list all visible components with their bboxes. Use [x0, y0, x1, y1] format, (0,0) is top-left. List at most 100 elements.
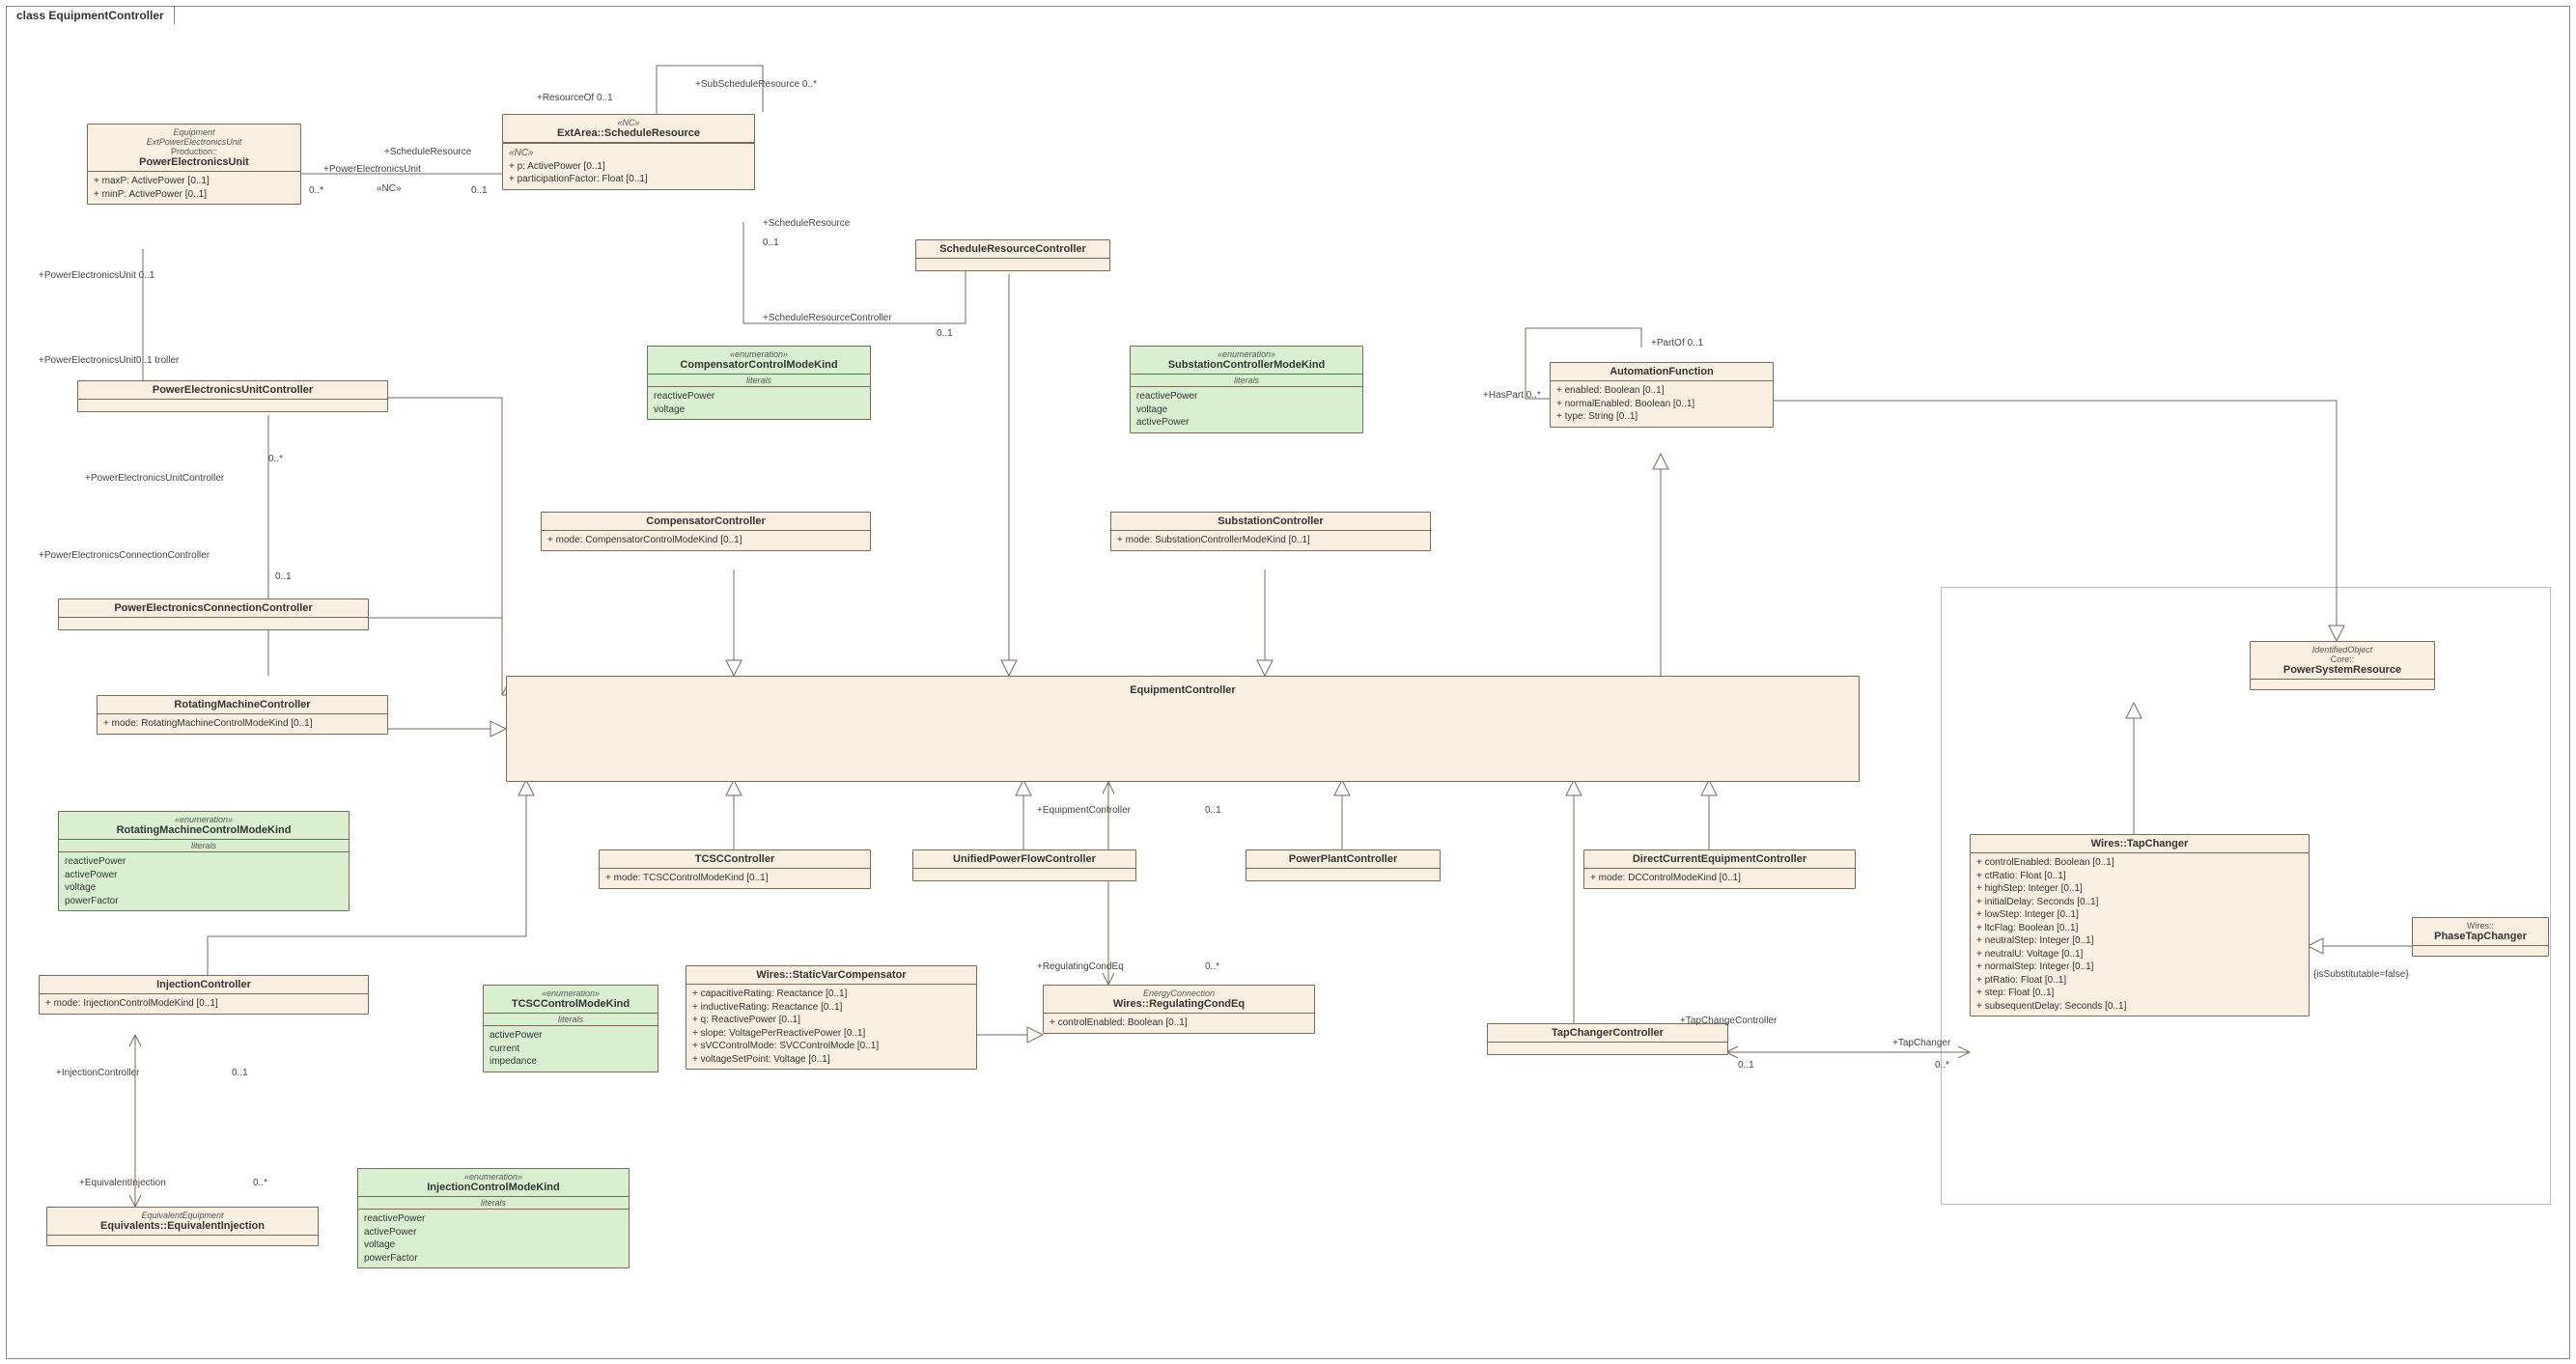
enum-rotating-machine-control-mode-kind[interactable]: «enumeration» RotatingMachineControlMode…	[58, 811, 350, 911]
mult-sched-res: 0..1	[763, 237, 779, 248]
class-name: InjectionController	[43, 979, 364, 990]
class-schedule-resource-controller[interactable]: ScheduleResourceController	[915, 239, 1110, 271]
class-compensator-controller[interactable]: CompensatorController + mode: Compensato…	[541, 512, 871, 551]
stereotype: «enumeration»	[652, 349, 866, 359]
class-name: AutomationFunction	[1554, 366, 1769, 377]
role-peu-ctrl: +PowerElectronicsUnit0..1 troller	[39, 355, 179, 366]
attribute: + mode: TCSCControlModeKind [0..1]	[605, 872, 864, 885]
attribute: + neutralU: Voltage [0..1]	[1976, 948, 2303, 961]
class-name: RotatingMachineController	[101, 699, 383, 710]
role-inj-ctrl: +InjectionController	[56, 1068, 139, 1078]
role-sched-ctrl: +ScheduleResourceController	[763, 313, 892, 323]
literal: reactivePower	[65, 855, 343, 869]
enum-substation-controller-mode-kind[interactable]: «enumeration» SubstationControllerModeKi…	[1130, 346, 1363, 433]
class-name: ExtArea::ScheduleResource	[507, 127, 750, 139]
class-tap-changer[interactable]: Wires::TapChanger + controlEnabled: Bool…	[1970, 834, 2310, 1016]
enum-injection-control-mode-kind[interactable]: «enumeration» InjectionControlModeKind l…	[357, 1168, 630, 1268]
role-eq-ctrl: +EquipmentController	[1037, 805, 1131, 816]
role-peu-down: +PowerElectronicsUnit 0..1	[39, 270, 154, 281]
mult-peu: 0..*	[309, 185, 323, 196]
literal: reactivePower	[654, 390, 864, 404]
attribute: + neutralStep: Integer [0..1]	[1976, 934, 2303, 948]
literal: activePower	[1136, 416, 1357, 430]
class-tap-changer-controller[interactable]: TapChangerController	[1487, 1023, 1728, 1055]
section-stereo: «NC»	[509, 147, 748, 160]
class-phase-tap-changer[interactable]: Wires:: PhaseTapChanger	[2412, 917, 2549, 957]
class-automation-function[interactable]: AutomationFunction + enabled: Boolean [0…	[1550, 362, 1774, 428]
class-name: ScheduleResourceController	[920, 243, 1106, 255]
class-power-plant-controller[interactable]: PowerPlantController	[1246, 849, 1441, 881]
attribute: + minP: ActivePower [0..1]	[94, 188, 294, 202]
attribute: + ltcFlag: Boolean [0..1]	[1976, 922, 2303, 935]
class-equipment-controller[interactable]: EquipmentController	[506, 676, 1860, 782]
literal: voltage	[654, 404, 864, 417]
attribute: + normalEnabled: Boolean [0..1]	[1556, 398, 1767, 411]
literals-header: literals	[358, 1197, 629, 1210]
role-reg-cond: +RegulatingCondEq	[1037, 961, 1124, 972]
class-dce-controller[interactable]: DirectCurrentEquipmentController + mode:…	[1583, 849, 1856, 889]
class-name: InjectionControlModeKind	[362, 1182, 625, 1193]
class-name: Wires::TapChanger	[1974, 838, 2305, 849]
literals-header: literals	[59, 840, 349, 852]
attribute: + mode: DCControlModeKind [0..1]	[1590, 872, 1849, 885]
literal: current	[490, 1043, 652, 1056]
class-tcsc-controller[interactable]: TCSCController + mode: TCSCControlModeKi…	[599, 849, 871, 889]
class-name: EquipmentController	[511, 684, 1855, 696]
constraint-is-sub: {isSubstitutable=false}	[2313, 969, 2409, 980]
role-eq-inj: +EquivalentInjection	[79, 1178, 166, 1188]
mult-pecctrl: 0..1	[275, 571, 292, 582]
mult-eq-inj: 0..*	[253, 1178, 267, 1188]
class-injection-controller[interactable]: InjectionController + mode: InjectionCon…	[39, 975, 369, 1015]
role-sub-schedule-res: +SubScheduleResource 0..*	[695, 79, 817, 90]
literal: voltage	[65, 881, 343, 895]
package: Core::	[2254, 654, 2430, 664]
class-name: TCSCController	[603, 853, 866, 865]
literal: powerFactor	[65, 895, 343, 908]
class-name: PowerElectronicsUnitController	[82, 384, 383, 396]
literal: activePower	[65, 869, 343, 882]
diagram-canvas: class EquipmentController	[0, 0, 2576, 1364]
stereotype: «enumeration»	[488, 988, 654, 998]
mult-tap-changer: 0..*	[1935, 1060, 1949, 1071]
attribute: + mode: SubstationControllerModeKind [0.…	[1117, 534, 1424, 547]
class-schedule-resource[interactable]: «NC» ExtArea::ScheduleResource «NC» + p:…	[502, 114, 755, 190]
class-pec-controller[interactable]: PowerElectronicsConnectionController	[58, 598, 369, 630]
attribute: + step: Float [0..1]	[1976, 987, 2303, 1000]
class-rotating-machine-controller[interactable]: RotatingMachineController + mode: Rotati…	[97, 695, 388, 735]
stereotype: EquivalentEquipment	[51, 1211, 314, 1220]
class-power-system-resource[interactable]: IdentifiedObject Core:: PowerSystemResou…	[2250, 641, 2435, 690]
attribute: + maxP: ActivePower [0..1]	[94, 175, 294, 188]
attribute: + enabled: Boolean [0..1]	[1556, 384, 1767, 398]
role-has-part: +HasPart 0..*	[1483, 390, 1541, 401]
class-name: PowerElectronicsConnectionController	[63, 602, 364, 614]
stereotype: «enumeration»	[1134, 349, 1358, 359]
literal: activePower	[490, 1029, 652, 1043]
role-power-elec-unit: +PowerElectronicsUnit	[323, 164, 421, 175]
mult-tap-ctrl: 0..1	[1738, 1060, 1754, 1071]
class-substation-controller[interactable]: SubstationController + mode: SubstationC…	[1110, 512, 1431, 551]
class-name: TCSCControlModeKind	[488, 998, 654, 1010]
attribute: + type: String [0..1]	[1556, 410, 1767, 424]
ext-stereotype: ExtPowerElectronicsUnit	[92, 137, 296, 147]
literal: reactivePower	[1136, 390, 1357, 404]
role-tap-ctrl: +TapChangeController	[1680, 1016, 1777, 1026]
class-name: PowerElectronicsUnit	[92, 156, 296, 168]
class-regulating-cond-eq[interactable]: EnergyConnection Wires::RegulatingCondEq…	[1043, 985, 1315, 1034]
class-name: TapChangerController	[1492, 1027, 1723, 1039]
mult-sched-ctrl: 0..1	[937, 328, 953, 339]
class-static-var-compensator[interactable]: Wires::StaticVarCompensator + capacitive…	[686, 965, 977, 1070]
class-name: Wires::RegulatingCondEq	[1048, 998, 1310, 1010]
enum-tcsc-control-mode-kind[interactable]: «enumeration» TCSCControlModeKind litera…	[483, 985, 658, 1072]
class-upfc[interactable]: UnifiedPowerFlowController	[912, 849, 1136, 881]
class-power-electronics-unit[interactable]: Equipment ExtPowerElectronicsUnit Produc…	[87, 124, 301, 205]
package: Production::	[92, 147, 296, 156]
role-resource-of: +ResourceOf 0..1	[537, 93, 613, 103]
literals-header: literals	[484, 1014, 658, 1026]
literal: powerFactor	[364, 1252, 623, 1266]
enum-compensator-control-mode-kind[interactable]: «enumeration» CompensatorControlModeKind…	[647, 346, 871, 420]
class-peu-controller[interactable]: PowerElectronicsUnitController	[77, 380, 388, 412]
stereotype: EnergyConnection	[1048, 988, 1310, 998]
class-equivalent-injection[interactable]: EquivalentEquipment Equivalents::Equival…	[46, 1207, 319, 1246]
mult-reg-cond: 0..*	[1205, 961, 1219, 972]
stereo-nc: «NC»	[377, 183, 402, 194]
